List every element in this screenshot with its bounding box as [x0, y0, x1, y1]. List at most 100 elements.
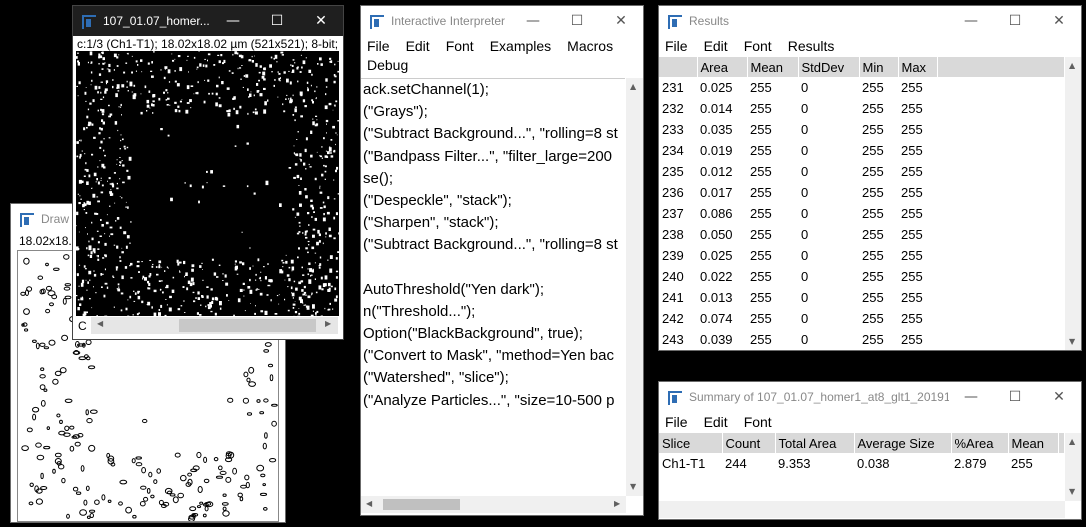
column-header[interactable]: Count: [722, 433, 776, 453]
menu-font[interactable]: Font: [744, 37, 772, 55]
particle-outline: [169, 493, 176, 497]
summary-titlebar[interactable]: Summary of 107_01.07_homer1_at8_glt1_201…: [659, 382, 1081, 412]
table-row[interactable]: 242 0.074 255 0 255 255: [659, 308, 1065, 329]
particle: [104, 154, 106, 157]
results-window[interactable]: Results — ☐ ✕ File Edit Font Results Are…: [658, 5, 1082, 351]
particle-outline: [80, 465, 85, 472]
menu-file[interactable]: File: [367, 37, 390, 56]
particle: [90, 61, 93, 64]
maximize-icon[interactable]: ☐: [993, 6, 1037, 36]
menu-debug[interactable]: Debug: [367, 56, 408, 75]
minimize-icon[interactable]: —: [511, 6, 555, 36]
column-header[interactable]: Mean: [1008, 433, 1060, 453]
close-icon[interactable]: ✕: [299, 6, 343, 36]
scroll-up-icon[interactable]: ▲: [1069, 61, 1075, 70]
summary-table-area[interactable]: Slice Count Total Area Average Size %Area Mea…: [659, 433, 1065, 501]
column-header[interactable]: StdDev: [798, 57, 860, 77]
particle: [235, 110, 239, 115]
table-row[interactable]: 243 0.039 255 0 255 255: [659, 329, 1065, 350]
scroll-left-icon[interactable]: ◀: [366, 499, 372, 508]
results-table-area[interactable]: Area Mean StdDev Min Max 231 0.025 255 0 255 255 2…: [659, 57, 1065, 350]
code-hscroll-thumb[interactable]: [383, 499, 460, 510]
menu-font[interactable]: Font: [744, 413, 772, 431]
scroll-up-icon[interactable]: ▲: [630, 82, 636, 91]
close-icon[interactable]: ✕: [1037, 382, 1081, 412]
column-header[interactable]: Slice: [659, 433, 723, 453]
minimize-icon[interactable]: —: [949, 382, 993, 412]
code-horizontal-scrollbar[interactable]: ◀ ▶: [361, 496, 626, 513]
summary-vertical-scrollbar[interactable]: ▲ ▼: [1065, 433, 1081, 501]
column-header[interactable]: Min: [859, 57, 899, 77]
table-row[interactable]: Ch1-T1 244 9.353 0.038 2.879 255: [659, 453, 1065, 474]
scroll-right-icon[interactable]: ▶: [614, 499, 620, 508]
particle: [118, 106, 120, 108]
scroll-down-icon[interactable]: ▼: [1069, 337, 1075, 346]
table-row[interactable]: 235 0.012 255 0 255 255: [659, 161, 1065, 182]
mask-image-canvas[interactable]: [76, 51, 339, 316]
scroll-left-icon[interactable]: ◀: [97, 319, 103, 328]
results-vertical-scrollbar[interactable]: ▲ ▼: [1065, 57, 1081, 350]
menu-results[interactable]: Results: [788, 37, 835, 55]
particle: [165, 315, 167, 316]
table-row[interactable]: 240 0.022 255 0 255 255: [659, 266, 1065, 287]
column-header[interactable]: %Area: [951, 433, 1009, 453]
scroll-up-icon[interactable]: ▲: [1069, 437, 1075, 446]
interpreter-window[interactable]: Interactive Interpreter — ☐ ✕ File Edit …: [360, 5, 644, 516]
column-header[interactable]: Total Area: [775, 433, 855, 453]
table-row[interactable]: 239 0.025 255 0 255 255: [659, 245, 1065, 266]
particle: [263, 78, 266, 81]
minimize-icon[interactable]: —: [949, 6, 993, 36]
table-row[interactable]: 236 0.017 255 0 255 255: [659, 182, 1065, 203]
maximize-icon[interactable]: ☐: [555, 6, 599, 36]
particle: [252, 111, 255, 114]
table-row[interactable]: 234 0.019 255 0 255 255: [659, 140, 1065, 161]
table-row[interactable]: 232 0.014 255 0 255 255: [659, 98, 1065, 119]
column-header[interactable]: Area: [697, 57, 748, 77]
close-icon[interactable]: ✕: [1037, 6, 1081, 36]
particle: [294, 106, 297, 108]
image-window[interactable]: 107_01.07_homer... — ☐ ✕ c:1/3 (Ch1-T1);…: [72, 5, 344, 340]
close-icon[interactable]: ✕: [599, 6, 643, 36]
menu-macros[interactable]: Macros: [567, 37, 613, 56]
results-titlebar[interactable]: Results — ☐ ✕: [659, 6, 1081, 36]
code-editor[interactable]: ack.setChannel(1); ("Grays"); ("Subtract B…: [361, 78, 625, 496]
scroll-right-icon[interactable]: ▶: [325, 319, 331, 328]
table-row[interactable]: 231 0.025 255 0 255 255: [659, 77, 1065, 98]
menu-file[interactable]: File: [665, 37, 688, 55]
image-window-titlebar[interactable]: 107_01.07_homer... — ☐ ✕: [73, 6, 343, 36]
table-row[interactable]: 237 0.086 255 0 255 255: [659, 203, 1065, 224]
column-header[interactable]: Average Size: [854, 433, 952, 453]
particle: [237, 298, 241, 303]
interpreter-titlebar[interactable]: Interactive Interpreter — ☐ ✕: [361, 6, 643, 36]
menu-font[interactable]: Font: [446, 37, 474, 56]
table-row[interactable]: 233 0.035 255 0 255 255: [659, 119, 1065, 140]
summary-window[interactable]: Summary of 107_01.07_homer1_at8_glt1_201…: [658, 381, 1082, 520]
menu-edit[interactable]: Edit: [704, 413, 728, 431]
menu-file[interactable]: File: [665, 413, 688, 431]
table-row[interactable]: 241 0.013 255 0 255 255: [659, 287, 1065, 308]
particle-outline: [221, 502, 229, 506]
particle: [305, 195, 308, 199]
maximize-icon[interactable]: ☐: [255, 6, 299, 36]
code-vertical-scrollbar[interactable]: ▲ ▼: [626, 78, 643, 496]
minimize-icon[interactable]: —: [211, 6, 255, 36]
menu-examples[interactable]: Examples: [490, 37, 551, 56]
menu-edit[interactable]: Edit: [406, 37, 430, 56]
particle: [281, 270, 284, 274]
table-row[interactable]: 238 0.050 255 0 255 255: [659, 224, 1065, 245]
channel-scrollbar[interactable]: ◀ ▶: [91, 317, 338, 334]
particle-outline: [26, 286, 33, 292]
column-header[interactable]: [659, 57, 698, 77]
particle: [321, 173, 324, 177]
channel-scroll-thumb[interactable]: [179, 319, 316, 332]
maximize-icon[interactable]: ☐: [993, 382, 1037, 412]
particle: [307, 87, 309, 89]
summary-horizontal-scrollbar[interactable]: [659, 501, 1065, 518]
particle-outline: [88, 444, 96, 452]
particle: [206, 170, 208, 173]
scroll-down-icon[interactable]: ▼: [1069, 487, 1075, 496]
column-header[interactable]: Mean: [747, 57, 799, 77]
column-header[interactable]: Max: [898, 57, 938, 77]
scroll-down-icon[interactable]: ▼: [630, 482, 636, 491]
menu-edit[interactable]: Edit: [704, 37, 728, 55]
